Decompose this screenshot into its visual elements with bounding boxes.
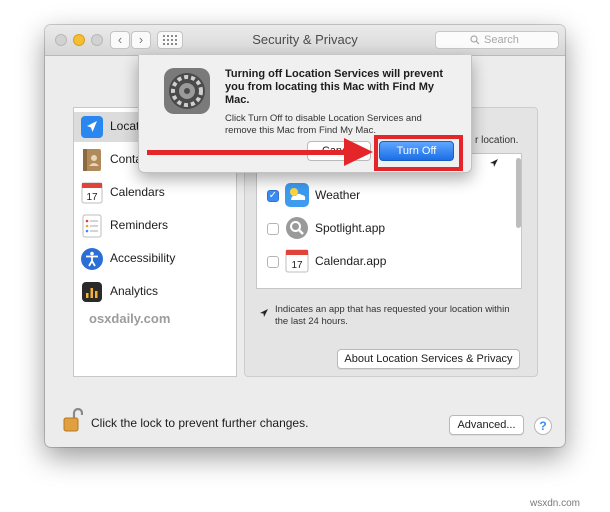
- help-button[interactable]: ?: [534, 417, 552, 435]
- sidebar-item-label: Calendars: [110, 185, 165, 199]
- list-item[interactable]: ✓ Weather: [257, 179, 521, 212]
- advanced-button[interactable]: Advanced...: [449, 415, 524, 435]
- app-checkbox[interactable]: [267, 223, 279, 235]
- app-checkbox[interactable]: [267, 256, 279, 268]
- about-location-services-button[interactable]: About Location Services & Privacy: [337, 349, 520, 369]
- list-item[interactable]: Spotlight.app: [257, 212, 521, 245]
- sidebar-item-accessibility[interactable]: Accessibility: [74, 244, 236, 274]
- app-name: Weather: [315, 188, 361, 202]
- search-field[interactable]: Search: [435, 31, 559, 49]
- zoom-window-button[interactable]: [91, 34, 103, 46]
- calendar-app-icon: 17: [285, 249, 309, 273]
- sidebar-item-label: Analytics: [110, 284, 159, 298]
- lock-open-icon[interactable]: [63, 407, 83, 433]
- grid-icon: [163, 35, 177, 45]
- sidebar-item-analytics[interactable]: Analytics: [74, 277, 236, 307]
- sidebar-item-label: Accessibility: [110, 251, 176, 265]
- scrollbar[interactable]: [516, 158, 521, 228]
- window-title: Security & Privacy: [252, 32, 358, 47]
- close-window-button[interactable]: [55, 34, 67, 46]
- app-name: Calendar.app: [315, 254, 387, 268]
- accessibility-icon: [81, 248, 103, 270]
- sidebar-item-reminders[interactable]: Reminders: [74, 211, 236, 241]
- location-arrow-icon: [81, 116, 103, 138]
- app-checkbox[interactable]: ✓: [267, 190, 279, 202]
- weather-icon: [285, 183, 309, 207]
- app-list[interactable]: ✓ Weather Spotlight.app 17 Calendar.app: [256, 153, 522, 289]
- chevron-right-icon: ›: [138, 32, 144, 47]
- svg-text:17: 17: [291, 260, 303, 271]
- system-preferences-gear-icon: [164, 68, 210, 114]
- app-name: Spotlight.app: [315, 221, 386, 235]
- chevron-left-icon: ‹: [117, 32, 123, 47]
- list-item[interactable]: 17 Calendar.app: [257, 245, 521, 278]
- search-placeholder: Search: [484, 34, 519, 46]
- location-arrow-icon: [490, 159, 498, 167]
- watermark-text: osxdaily.com: [89, 311, 171, 326]
- lock-label: Click the lock to prevent further change…: [91, 416, 309, 430]
- contacts-book-icon: [83, 149, 101, 171]
- sidebar-item-label: Reminders: [110, 218, 169, 232]
- back-button[interactable]: ‹: [110, 31, 130, 49]
- minimize-window-button[interactable]: [73, 34, 85, 46]
- location-hint-text: Indicates an app that has requested your…: [275, 304, 510, 327]
- panel-header-text: r location.: [475, 135, 519, 146]
- show-all-button[interactable]: [157, 31, 183, 49]
- cancel-button[interactable]: Cancel: [307, 141, 371, 161]
- location-arrow-icon: [260, 309, 268, 317]
- dialog-message: Click Turn Off to disable Location Servi…: [225, 113, 422, 136]
- search-icon: [470, 35, 480, 45]
- analytics-icon: [82, 282, 102, 302]
- svg-text:17: 17: [86, 192, 98, 203]
- calendar-icon: 17: [81, 182, 103, 204]
- reminders-list-icon: [82, 214, 102, 238]
- sidebar-item-calendars[interactable]: 17 Calendars: [74, 178, 236, 208]
- dialog-title: Turning off Location Services will preve…: [225, 68, 443, 106]
- highlight-box: [374, 135, 463, 171]
- spotlight-icon: [286, 217, 308, 239]
- site-watermark: wsxdn.com: [530, 498, 581, 509]
- title-bar: ‹ › Security & Privacy Search: [45, 25, 565, 56]
- forward-button[interactable]: ›: [131, 31, 151, 49]
